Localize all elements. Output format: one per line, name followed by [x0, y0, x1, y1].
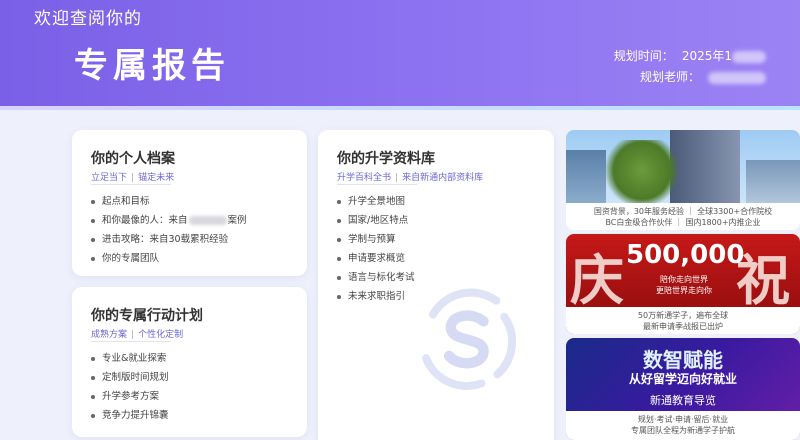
education-guide-banner[interactable]: 数智赋能 从好留学迈向好就业 新通教育导览 规划·考试·申请·留后·就业 专属团… [566, 338, 800, 440]
sub-separator: | [131, 330, 135, 340]
planner-name-redacted [708, 71, 766, 84]
bullet-icon [91, 356, 95, 361]
library-title: 你的升学资料库 [337, 151, 435, 167]
plan-time-label: 规划时间： [613, 49, 674, 63]
planner: 规划老师： [640, 68, 766, 85]
profile-title: 你的个人档案 [91, 151, 175, 167]
bullet-icon [337, 275, 341, 280]
plan-time-redacted [732, 50, 766, 63]
action-sub-b: 个性化定制 [138, 330, 184, 340]
welcome-text: 欢迎查阅你的 [34, 9, 142, 29]
bullet-icon [337, 256, 341, 261]
list-item[interactable]: 学制与预算 [337, 230, 415, 249]
building-tower [670, 130, 740, 208]
tree [606, 140, 678, 208]
profile-card[interactable]: 你的个人档案 立足当下 | 锚定未来 起点和目标 和你最像的人：来自 案例 进击攻略：… [72, 130, 307, 276]
bullet-icon [337, 199, 341, 204]
bullet-icon [91, 256, 95, 261]
library-sub-b: 来自新通内部资料库 [402, 173, 484, 183]
celebration-banner[interactable]: 庆 祝 500,000 陪你走向世界 更陪世界走向你 50万新通学子，遍布全球 … [566, 234, 800, 334]
banner-divider [0, 106, 800, 110]
logo-watermark-icon [422, 288, 517, 390]
list-item[interactable]: 语言与标化考试 [337, 268, 415, 287]
bullet-icon [337, 294, 341, 299]
profile-subtitle: 立足当下 | 锚定未来 [91, 170, 174, 183]
list-item[interactable]: 升学全景地图 [337, 192, 415, 211]
list-item[interactable]: 申请要求概览 [337, 249, 415, 268]
action-subtitle: 成熟方案 | 个性化定制 [91, 327, 183, 340]
list-item[interactable]: 进击攻略：来自30载累积经验 [91, 230, 247, 249]
planner-label: 规划老师： [639, 70, 700, 84]
list-item[interactable]: 定制版时间规划 [91, 368, 169, 387]
action-title: 你的专属行动计划 [91, 308, 203, 324]
library-card[interactable]: 你的升学资料库 升学百科全书 | 来自新通内部资料库 升学全景地图 国家/地区特点 … [318, 130, 554, 440]
company-building-image[interactable]: 国资背景，30年服务经验 ｜ 全球3300+合作院校 BC白金级合作伙伴 ｜ 国… [566, 130, 800, 230]
celebration-caption: 50万新通学子，遍布全球 最新申请季战报已出炉 [566, 307, 800, 334]
student-count: 500,000 [626, 240, 745, 270]
library-sub-a: 升学百科全书 [337, 173, 392, 183]
bullet-icon [91, 375, 95, 380]
company-caption: 国资背景，30年服务经验 ｜ 全球3300+合作院校 BC白金级合作伙伴 ｜ 国… [566, 203, 800, 230]
list-item[interactable]: 专业&就业探索 [91, 349, 169, 368]
building-right [746, 160, 800, 208]
celebrate-char-left: 庆 [570, 249, 624, 312]
sub-separator: | [395, 173, 399, 183]
list-item[interactable]: 未来求职指引 [337, 287, 415, 306]
bullet-icon [91, 413, 95, 418]
profile-list: 起点和目标 和你最像的人：来自 案例 进击攻略：来自30载累积经验 你的专属团队 [91, 192, 247, 268]
guide-subtitle: 从好留学迈向好就业 [628, 372, 737, 386]
list-item[interactable]: 起点和目标 [91, 192, 247, 211]
bullet-icon [91, 394, 95, 399]
profile-sub-b: 锚定未来 [138, 173, 175, 183]
library-list: 升学全景地图 国家/地区特点 学制与预算 申请要求概览 语言与标化考试 未来求职… [337, 192, 415, 306]
action-list: 专业&就业探索 定制版时间规划 升学参考方案 竞争力提升锦囊 [91, 349, 169, 425]
redacted-text [188, 216, 227, 225]
sub-separator: | [131, 173, 135, 183]
list-item[interactable]: 你的专属团队 [91, 249, 247, 268]
guide-title: 数智赋能 [643, 348, 723, 372]
list-item[interactable]: 竞争力提升锦囊 [91, 406, 169, 425]
action-sub-a: 成熟方案 [91, 330, 128, 340]
page-title: 专属报告 [74, 46, 230, 86]
list-item[interactable]: 升学参考方案 [91, 387, 169, 406]
guide-caption: 规划·考试·申请·留后·就业 专属团队全程为新通学子护航 [566, 411, 800, 440]
profile-divider [91, 184, 171, 185]
profile-sub-a: 立足当下 [91, 173, 128, 183]
building-left [566, 150, 606, 208]
bullet-icon [91, 199, 95, 204]
bullet-icon [337, 237, 341, 242]
bullet-icon [91, 218, 95, 223]
plan-time: 规划时间： 2025年1 [614, 47, 766, 64]
plan-time-value: 2025年1 [681, 49, 732, 63]
action-divider [91, 341, 171, 342]
library-divider [337, 184, 417, 185]
action-card[interactable]: 你的专属行动计划 成熟方案 | 个性化定制 专业&就业探索 定制版时间规划 升学参考… [72, 287, 307, 437]
guide-tag: 新通教育导览 [650, 394, 716, 407]
library-subtitle: 升学百科全书 | 来自新通内部资料库 [337, 170, 483, 183]
list-item[interactable]: 和你最像的人：来自 案例 [91, 211, 247, 230]
celebration-slogan: 陪你走向世界 更陪世界走向你 [656, 275, 712, 295]
list-item[interactable]: 国家/地区特点 [337, 211, 415, 230]
bullet-icon [91, 237, 95, 242]
bullet-icon [337, 218, 341, 223]
